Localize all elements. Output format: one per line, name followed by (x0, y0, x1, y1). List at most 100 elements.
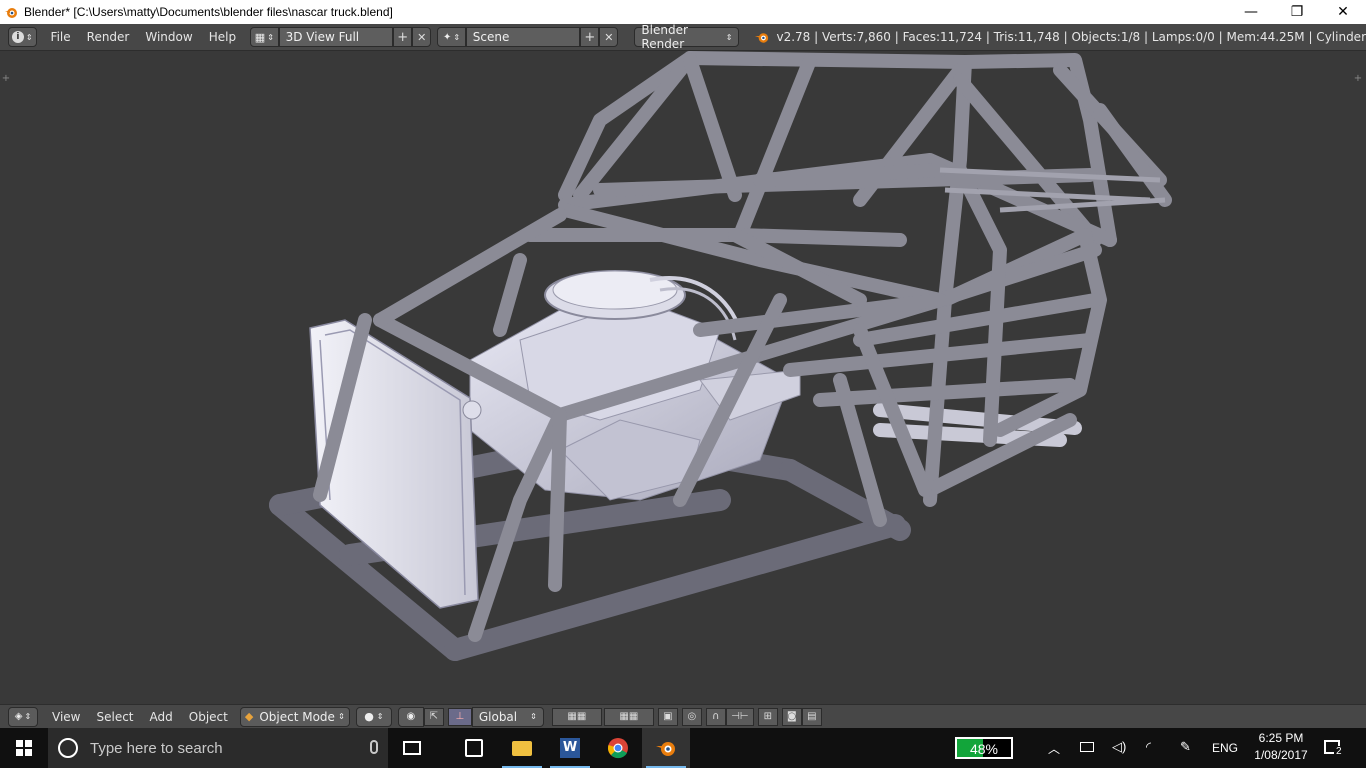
snap-toggle-button[interactable]: ∩ (705, 707, 726, 726)
pivot-point-dropdown[interactable]: ◉ (397, 706, 424, 727)
opengl-render-animation-button[interactable]: ▤ (801, 707, 822, 726)
manipulator-toggle[interactable]: ⇱ (423, 707, 444, 726)
task-view-icon (403, 741, 421, 755)
orientation-label: Global (478, 709, 518, 724)
blender-logo-icon (755, 33, 769, 43)
microphone-icon (370, 740, 378, 754)
axis-icon: ⊥ (455, 711, 465, 722)
info-header: i ⇕ File Render Window Help ▦ ⇕ 3D View … (0, 23, 1366, 51)
mode-label: Object Mode (259, 709, 335, 724)
scene-icon-button[interactable]: ✦ ⇕ (437, 27, 466, 47)
magnet-icon: ∩ (712, 711, 720, 722)
blender-logo-icon (656, 742, 675, 756)
word-app[interactable]: W (546, 728, 594, 768)
layers-grid-icon: ▦▦ (619, 711, 639, 722)
info-icon: i (11, 31, 24, 43)
file-explorer-app[interactable] (498, 728, 546, 768)
show-hidden-icons-chevron[interactable]: ︿ (1048, 740, 1060, 757)
snap-target-button[interactable]: ⊞ (757, 707, 778, 726)
store-app[interactable] (450, 728, 498, 768)
battery-percent: 48% (969, 741, 999, 757)
scene-field[interactable]: Scene (465, 27, 581, 47)
editor-type-3dview-button[interactable]: ◈ ⇕ (8, 706, 38, 727)
cortana-circle-icon (58, 738, 78, 758)
pen-icon[interactable]: ✎ (1180, 739, 1191, 755)
lock-camera-button[interactable]: ▣ (657, 707, 678, 726)
viewport-shading-dropdown[interactable]: ● ⇕ (355, 706, 392, 727)
wifi-icon[interactable]: ◜ (1146, 739, 1151, 755)
chrome-icon (608, 738, 628, 759)
blender-logo-icon (5, 8, 17, 18)
updown-arrows-icon: ⇕ (530, 712, 537, 721)
windows-taskbar: Type here to search W 48% ︿ ◁) ◜ ✎ ENG 6… (0, 728, 1366, 768)
notification-count: 2 (1334, 746, 1344, 757)
updown-arrows-icon: ⇕ (453, 32, 461, 42)
taskbar-search[interactable]: Type here to search (48, 728, 388, 768)
updown-arrows-icon: ⇕ (267, 32, 274, 42)
add-screen-button[interactable]: + (393, 27, 413, 47)
updown-arrows-icon: ⇕ (376, 712, 384, 721)
battery-tray-icon[interactable] (1080, 742, 1094, 752)
scene-icon: ✦ (442, 31, 452, 43)
menu-help[interactable]: Help (201, 27, 244, 47)
manipulator-icon: ⇱ (429, 711, 439, 722)
window-title: Blender* [C:\Users\matty\Documents\blend… (24, 5, 393, 19)
add-scene-button[interactable]: + (580, 27, 600, 47)
start-button[interactable] (0, 728, 48, 768)
word-icon: W (560, 738, 580, 758)
clock[interactable]: 6:25 PM 1/08/2017 (1250, 731, 1312, 762)
plus-icon: + (584, 29, 596, 45)
3d-viewport[interactable]: + + (0, 51, 1366, 704)
layers-grid-a[interactable]: ▦▦ (551, 707, 602, 726)
layout-grid-icon: ▦ (254, 30, 266, 44)
windows-logo-icon (16, 740, 32, 756)
nascar-truck-chassis-model[interactable] (0, 51, 1366, 704)
transform-orientation-dropdown[interactable]: Global ⇕ (471, 706, 544, 727)
delete-scene-button[interactable]: ✕ (599, 27, 619, 47)
x-icon: ✕ (417, 30, 427, 44)
chrome-app[interactable] (594, 728, 642, 768)
snap-element-dropdown[interactable]: ⊣⊢ (725, 707, 754, 726)
volume-icon[interactable]: ◁) (1112, 739, 1126, 755)
render-engine-label: Blender Render (641, 23, 688, 51)
menu-file[interactable]: File (43, 27, 79, 47)
menu-select[interactable]: Select (88, 707, 141, 727)
menu-window[interactable]: Window (137, 27, 200, 47)
menu-view[interactable]: View (44, 707, 88, 727)
proportional-edit-button[interactable]: ◎ (681, 707, 702, 726)
menu-object[interactable]: Object (181, 707, 236, 727)
menu-add[interactable]: Add (142, 707, 181, 727)
delete-screen-button[interactable]: ✕ (412, 27, 432, 47)
object-mode-icon: ◆ (244, 710, 254, 723)
editor-type-info-button[interactable]: i ⇕ (8, 27, 37, 47)
folder-icon (512, 740, 532, 756)
render-engine-dropdown[interactable]: Blender Render ⇕ (634, 23, 740, 51)
minimize-button[interactable]: — (1228, 0, 1274, 24)
language-indicator[interactable]: ENG (1212, 741, 1238, 755)
opengl-render-button[interactable]: ◙ (781, 707, 802, 726)
close-button[interactable]: ✕ (1320, 0, 1366, 24)
clock-date: 1/08/2017 (1254, 748, 1308, 762)
3d-view-cube-icon: ◈ (14, 711, 23, 722)
store-bag-icon (465, 739, 483, 757)
action-center-button[interactable]: 2 (1320, 738, 1346, 760)
snap-target-icon: ⊞ (763, 711, 773, 722)
clapperboard-icon: ▤ (807, 711, 817, 722)
screen-layout-field[interactable]: 3D View Full (278, 27, 394, 47)
layers-grid-icon: ▦▦ (567, 711, 587, 722)
snap-element-icon: ⊣⊢ (731, 711, 749, 722)
blender-app[interactable] (642, 728, 690, 768)
restore-button[interactable]: ❐ (1274, 0, 1320, 24)
layers-grid-b[interactable]: ▦▦ (603, 707, 654, 726)
screen-layout-icon-button[interactable]: ▦ ⇕ (250, 27, 279, 47)
clock-time: 6:25 PM (1258, 731, 1304, 745)
x-icon: ✕ (604, 30, 614, 44)
solid-sphere-icon: ● (364, 710, 374, 723)
mode-dropdown[interactable]: ◆ Object Mode ⇕ (239, 706, 350, 727)
translate-manipulator-button[interactable]: ⊥ (447, 707, 472, 726)
menu-render[interactable]: Render (79, 27, 138, 47)
task-view-button[interactable] (388, 728, 436, 768)
battery-indicator[interactable]: 48% (955, 737, 1013, 759)
3d-view-header: ◈ ⇕ View Select Add Object ◆ Object Mode… (0, 704, 1366, 728)
plus-icon: + (397, 29, 409, 45)
